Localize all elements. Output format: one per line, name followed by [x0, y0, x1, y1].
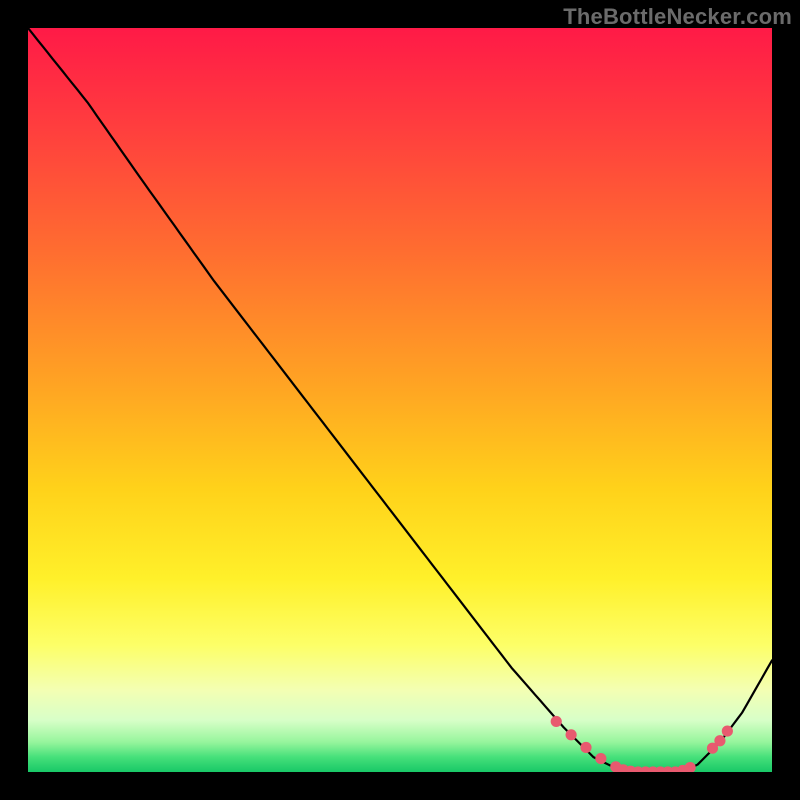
optimal-dot — [580, 742, 591, 753]
chart-frame: TheBottleNecker.com — [0, 0, 800, 800]
watermark-text: TheBottleNecker.com — [563, 4, 792, 30]
optimal-dot — [714, 735, 725, 746]
bottleneck-chart — [28, 28, 772, 772]
optimal-dot — [551, 716, 562, 727]
optimal-dot — [566, 729, 577, 740]
optimal-dot — [722, 726, 733, 737]
optimal-dot — [595, 753, 606, 764]
gradient-background — [28, 28, 772, 772]
